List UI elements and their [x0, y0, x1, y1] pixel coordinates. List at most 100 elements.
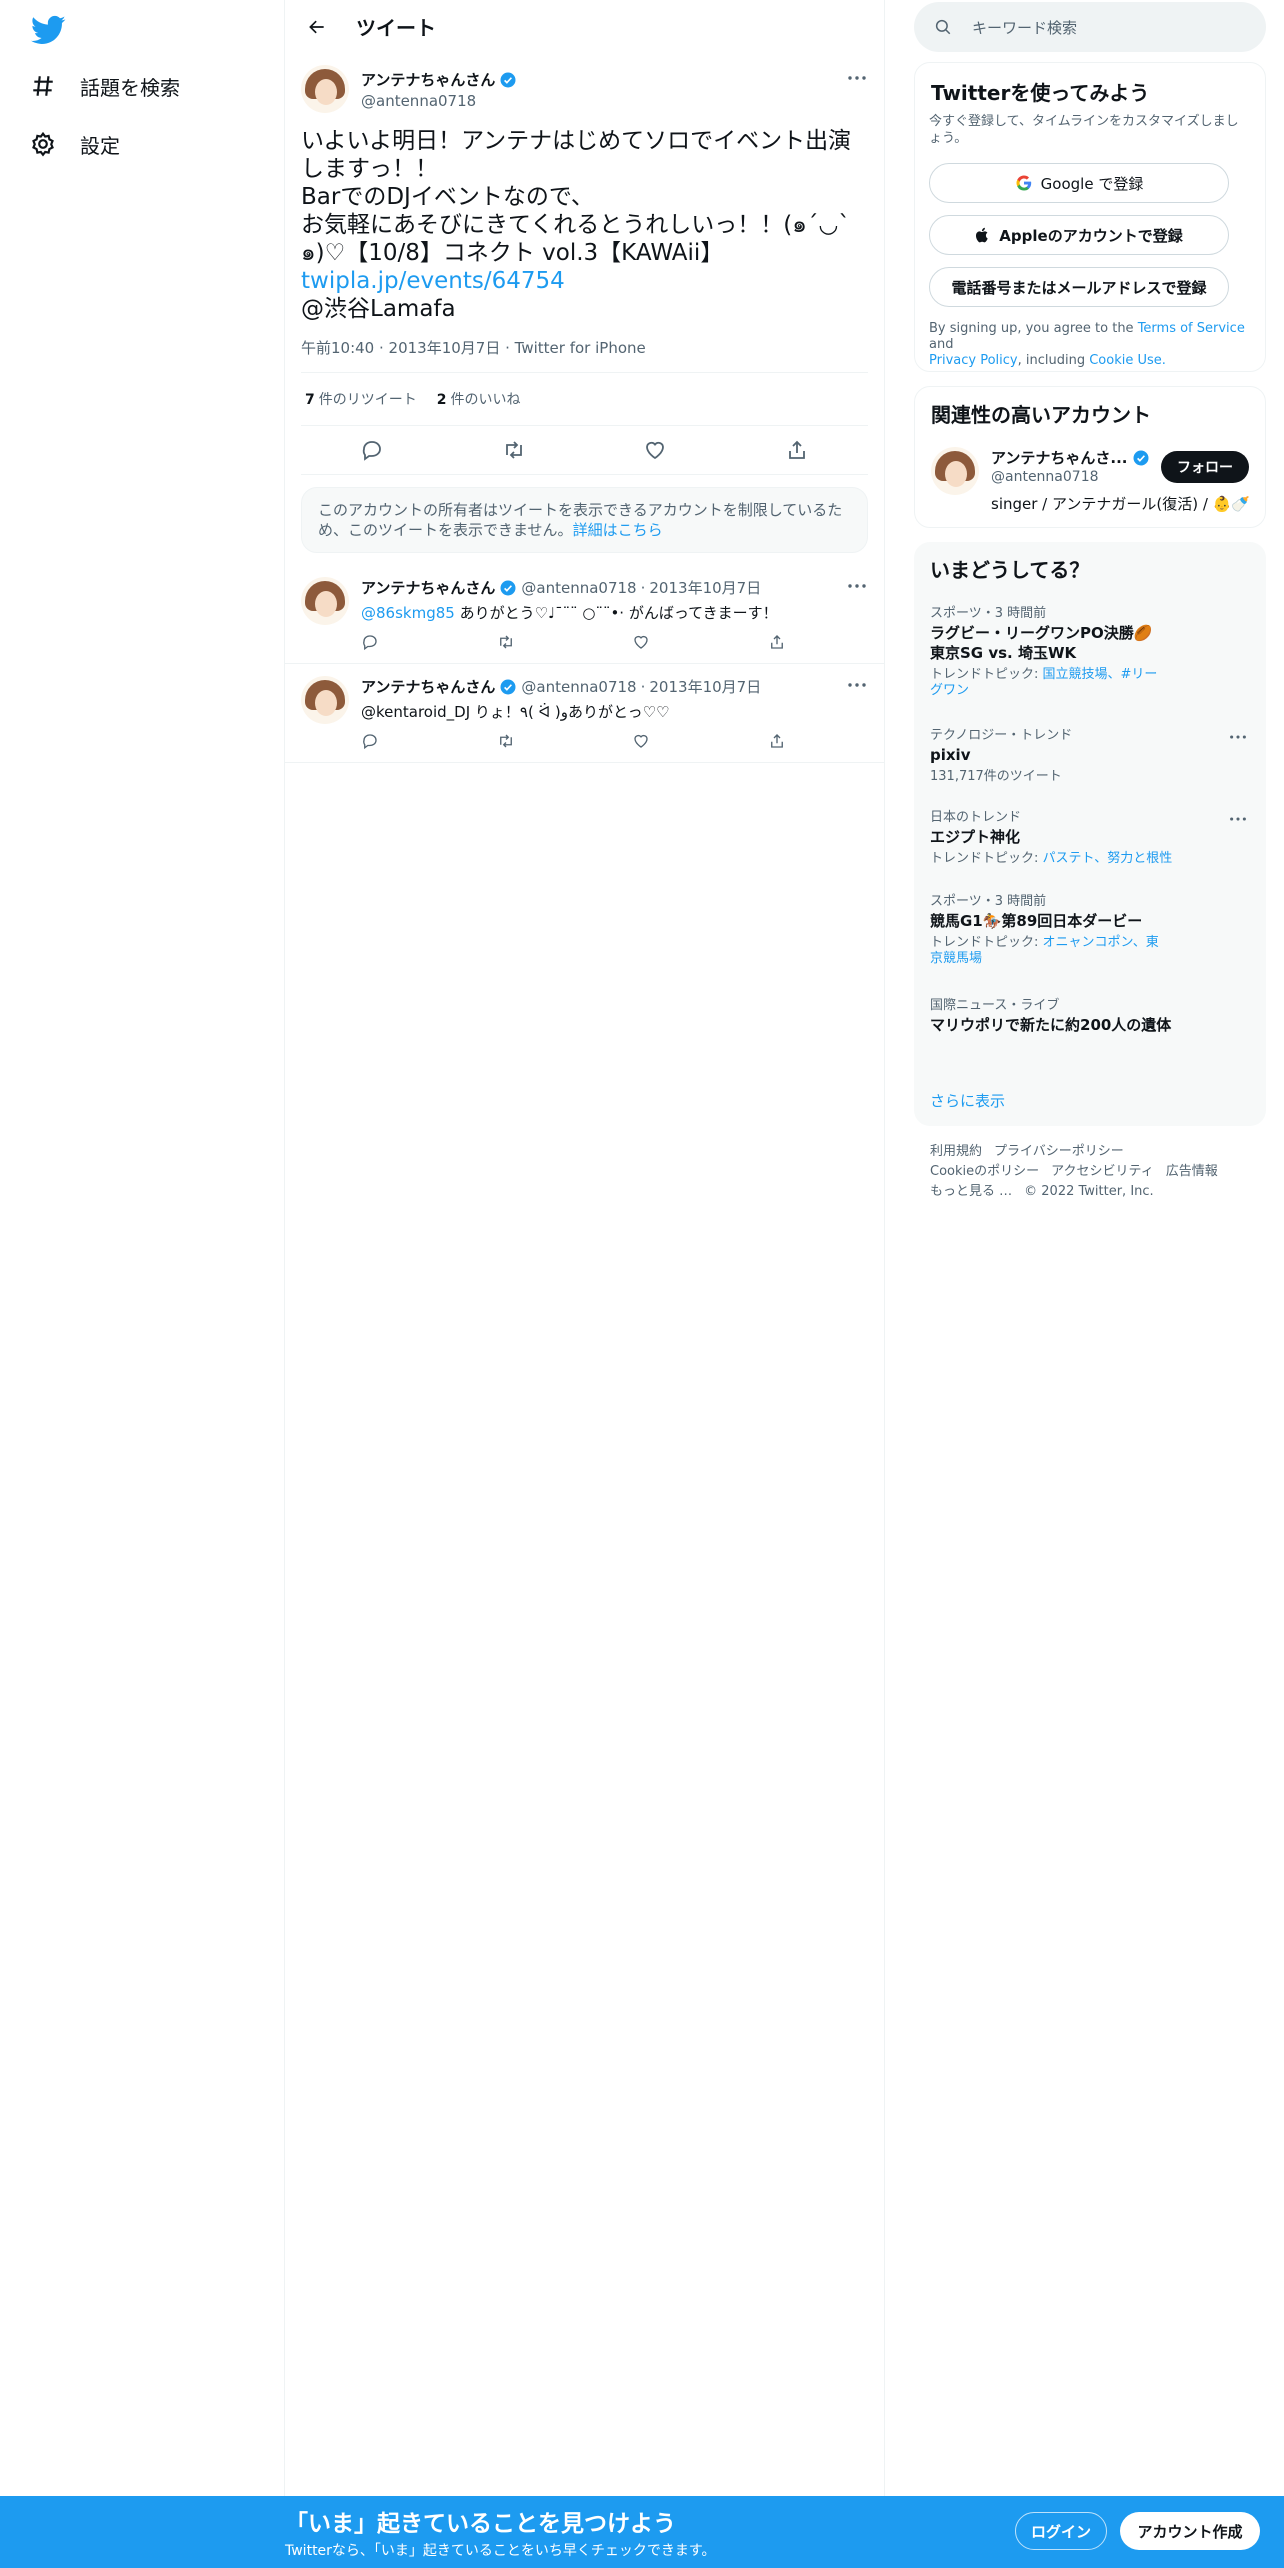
author-name[interactable]: アンテナちゃんさん [361, 69, 495, 90]
reply-date[interactable]: 2013年10月7日 [649, 676, 761, 697]
footer: 利用規約 プライバシーポリシー Cookieのポリシー アクセシビリティ 広告情報 も… [930, 1142, 1270, 1202]
cookie-link[interactable]: Cookie Use. [1089, 353, 1166, 368]
sidebar-item-settings[interactable]: 設定 [30, 124, 120, 164]
related-bio: singer / アンテナガール(復活) / 👶🍼 [991, 495, 1251, 513]
footer-link-ads[interactable]: 広告情報 [1166, 1164, 1218, 1179]
search-input[interactable]: キーワード検索 [972, 17, 1077, 38]
trend-item[interactable]: スポーツ・3 時間前 競馬G1🏇第89回日本ダービー トレンドトピック: オニャ… [930, 890, 1230, 967]
avatar[interactable] [931, 447, 979, 495]
tweet-link[interactable]: twipla.jp/events/64754 [301, 268, 565, 294]
back-button[interactable] [300, 10, 334, 44]
sidebar-item-label: 設定 [80, 133, 120, 158]
tweet-stats: 7 件のリツイート 2 件のいいね [301, 373, 868, 426]
footer-link-accessibility[interactable]: アクセシビリティ [1051, 1164, 1154, 1179]
footer-link-cookie[interactable]: Cookieのポリシー [930, 1164, 1039, 1179]
trend-title: 競馬G1🏇第89回日本ダービー [930, 912, 1143, 930]
reply-handle[interactable]: @antenna0718 [521, 579, 636, 597]
share-icon[interactable] [768, 633, 786, 651]
sidebar-item-label: 話題を検索 [80, 75, 180, 100]
reply-icon[interactable] [361, 732, 379, 750]
hashtag-icon [33, 76, 53, 96]
sidebar-item-explore[interactable]: 話題を検索 [30, 66, 180, 106]
author-handle[interactable]: @antenna0718 [361, 92, 517, 110]
related-name[interactable]: アンテナちゃんさ... [991, 447, 1128, 468]
learn-more-link[interactable]: 詳細はこちら [573, 521, 663, 539]
search-box[interactable]: キーワード検索 [914, 2, 1266, 52]
signup-title: Twitterを使ってみよう [931, 81, 1150, 105]
reply-mention[interactable]: @86skmg85 [361, 604, 455, 622]
reply-text: @kentaroid_DJ りょ！٩( ᐛ )وありがとっ♡♡ [361, 703, 670, 721]
reply-icon[interactable] [361, 633, 379, 651]
footer-link-more[interactable]: もっと見る … [930, 1184, 1012, 1199]
tweet-time[interactable]: 午前10:40 [301, 339, 374, 357]
avatar[interactable] [301, 577, 349, 625]
trend-item[interactable]: 日本のトレンド エジプト神化 トレンドトピック: パステト、努力と根性 [930, 806, 1230, 867]
reply-handle[interactable]: @antenna0718 [521, 678, 636, 696]
tweet-author: アンテナちゃんさん @antenna0718 [301, 65, 868, 113]
arrow-left-icon [309, 20, 324, 33]
more-options-icon[interactable] [846, 71, 868, 85]
tweet-meta: 午前10:40 · 2013年10月7日 · Twitter for iPhon… [301, 337, 868, 373]
heart-icon[interactable] [632, 732, 650, 750]
verified-badge-icon [500, 679, 516, 694]
reply-author-name[interactable]: アンテナちゃんさん [361, 577, 495, 598]
heart-icon[interactable] [643, 438, 667, 462]
trend-sub: トレンドトピック: オニャンコポン、東京競馬場 [930, 935, 1159, 966]
footer-link-terms[interactable]: 利用規約 [930, 1144, 982, 1159]
avatar[interactable] [301, 676, 349, 724]
trend-title: マリウポリで新たに約200人の遺体 [930, 1016, 1172, 1034]
reply-icon[interactable] [360, 438, 384, 462]
trend-title: エジプト神化 [930, 828, 1021, 846]
retweet-count[interactable]: 7 件のリツイート [305, 389, 417, 409]
reply-tweet[interactable]: アンテナちゃんさん @antenna0718 · 2013年10月7日 @kent… [285, 664, 884, 763]
protected-notice: このアカウントの所有者はツイートを表示できるアカウントを制限しているため、このツ… [301, 487, 868, 553]
reply-text: @86skmg85 ありがとう♡♩¯¨¨ ○¨¨•· がんばってきまーす！ [361, 604, 778, 622]
reply-actions [361, 732, 786, 750]
more-options-icon[interactable] [1228, 812, 1248, 826]
verified-badge-icon [500, 580, 516, 595]
more-options-icon[interactable] [1228, 730, 1248, 744]
trend-sub: 131,717件のツイート [930, 769, 1062, 784]
reply-author-name[interactable]: アンテナちゃんさん [361, 676, 495, 697]
search-icon [935, 19, 951, 35]
login-button[interactable]: ログイン [1015, 2512, 1107, 2550]
reply-date[interactable]: 2013年10月7日 [649, 577, 761, 598]
heart-icon[interactable] [632, 633, 650, 651]
tweet-date[interactable]: 2013年10月7日 [389, 339, 501, 357]
trends-title: いまどうしてる？ [930, 558, 1090, 582]
phone-email-signup-button[interactable]: 電話番号またはメールアドレスで登録 [929, 267, 1229, 307]
footer-copyright: © 2022 Twitter, Inc. [1024, 1184, 1154, 1199]
avatar[interactable] [301, 65, 349, 113]
twitter-logo-icon[interactable] [30, 12, 66, 48]
retweet-icon[interactable] [497, 732, 515, 750]
trend-topic-link[interactable]: パステト、努力と根性 [1043, 851, 1173, 866]
more-options-icon[interactable] [846, 678, 868, 692]
signup-button[interactable]: アカウント作成 [1120, 2512, 1260, 2550]
retweet-icon[interactable] [497, 633, 515, 651]
show-more-link[interactable]: さらに表示 [930, 1090, 1005, 1111]
tweet-body: いよいよ明日！アンテナはじめてソロでイベント出演しますっ！！ BarでのDJイベ… [301, 128, 852, 266]
follow-button[interactable]: フォロー [1161, 451, 1249, 483]
trend-item[interactable]: スポーツ・3 時間前 ラグビー・リーグワンPO決勝🏉 東京SG vs. 埼玉WK… [930, 602, 1230, 699]
banner-headline: 「いま」起きていることを見つけよう [285, 2511, 676, 2537]
trend-category: 国際ニュース・ライブ [930, 998, 1060, 1013]
like-count[interactable]: 2 件のいいね [437, 389, 521, 409]
terms-link[interactable]: Terms of Service [1138, 321, 1245, 336]
trend-category: テクノロジー・トレンド [930, 728, 1073, 743]
apple-signup-button[interactable]: Appleのアカウントで登録 [929, 215, 1229, 255]
related-handle[interactable]: @antenna0718 [991, 469, 1099, 485]
footer-link-privacy[interactable]: プライバシーポリシー [994, 1144, 1124, 1159]
share-icon[interactable] [785, 438, 809, 462]
tweet-client: Twitter for iPhone [514, 339, 646, 357]
more-options-icon[interactable] [846, 579, 868, 593]
reply-tweet[interactable]: アンテナちゃんさん @antenna0718 · 2013年10月7日 @86sk… [285, 565, 884, 664]
retweet-icon[interactable] [502, 438, 526, 462]
trend-item[interactable]: 国際ニュース・ライブ マリウポリで新たに約200人の遺体 [930, 994, 1230, 1035]
signup-legal: By signing up, you agree to the Terms of… [929, 321, 1245, 368]
trend-item[interactable]: テクノロジー・トレンド pixiv 131,717件のツイート [930, 724, 1230, 785]
google-signup-button[interactable]: Google で登録 [929, 163, 1229, 203]
reply-actions [361, 633, 786, 651]
gear-icon [32, 131, 54, 157]
privacy-link[interactable]: Privacy Policy [929, 353, 1018, 368]
share-icon[interactable] [768, 732, 786, 750]
